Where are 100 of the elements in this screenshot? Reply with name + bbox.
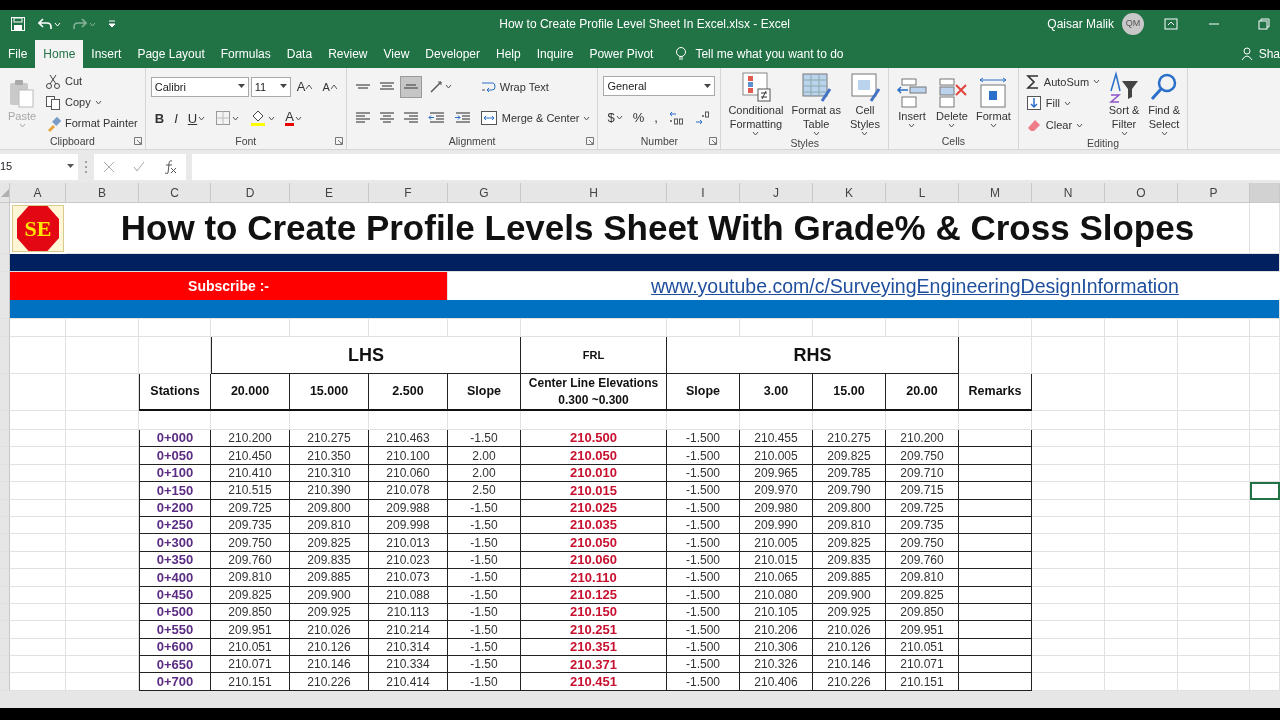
column-header[interactable]: E — [290, 183, 369, 203]
ribbon-tab[interactable]: Insert — [83, 40, 130, 68]
column-header[interactable]: O — [1105, 183, 1178, 203]
column-header[interactable]: C — [139, 183, 211, 203]
row-header[interactable] — [0, 337, 10, 374]
ribbon-tab[interactable]: File — [0, 40, 36, 68]
share-button[interactable]: Sha — [1240, 40, 1280, 68]
caret-icon — [1093, 79, 1101, 85]
row-header[interactable] — [0, 482, 10, 500]
ribbon-button[interactable]: Clear — [1023, 115, 1086, 135]
ribbon-button[interactable]: Wrap Text — [477, 77, 551, 96]
cancel-icon — [103, 160, 115, 173]
channel-link[interactable]: www.youtube.com/c/SurveyingEngineeringDesignInformation — [651, 272, 1179, 302]
row-header[interactable] — [0, 411, 10, 430]
dropdown-field[interactable]: 11 — [250, 76, 291, 97]
ribbon-button[interactable]: Format as Table — [789, 71, 843, 136]
column-header[interactable]: F — [369, 183, 448, 203]
table-cell: 210.078 — [369, 482, 448, 500]
column-header[interactable]: D — [211, 183, 290, 203]
column-header[interactable]: M — [959, 183, 1032, 203]
column-header[interactable]: H — [521, 183, 667, 203]
dialog-launcher-icon — [334, 137, 343, 145]
tell-me-search[interactable]: Tell me what you want to do — [669, 40, 850, 68]
ribbon-tab[interactable]: Developer — [417, 40, 488, 68]
station-cell: 0+550 — [139, 621, 211, 639]
grip-icon — [84, 159, 88, 174]
name-box[interactable]: 15 — [0, 153, 78, 180]
row-header[interactable] — [0, 300, 10, 319]
column-header[interactable]: B — [66, 183, 139, 203]
ribbon-button[interactable]: Insert — [894, 77, 930, 128]
grow-font-button[interactable]: A — [292, 75, 317, 98]
column-heading: 15.00 — [813, 374, 886, 411]
table-cell: -1.50 — [448, 430, 521, 448]
ribbon-button[interactable]: Delete — [934, 77, 970, 128]
table-cell: 210.214 — [369, 621, 448, 639]
row-header[interactable] — [0, 319, 10, 337]
row-header[interactable] — [0, 272, 10, 302]
format-button[interactable]: $ — [603, 106, 627, 129]
row-header[interactable] — [0, 430, 10, 448]
ribbon-tab[interactable]: Home — [35, 40, 84, 68]
column-header[interactable]: N — [1032, 183, 1105, 203]
row-header[interactable] — [0, 621, 10, 639]
ribbon-button[interactable]: AutoSum — [1023, 72, 1103, 92]
column-header[interactable]: K — [813, 183, 886, 203]
ribbon-tab[interactable]: Data — [278, 40, 321, 68]
column-heading: Stations — [139, 374, 211, 411]
ribbon-button[interactable]: Merge & Center — [477, 109, 593, 128]
row-header[interactable] — [0, 551, 10, 570]
shrink-font-button[interactable]: A — [318, 75, 341, 98]
ribbon-button[interactable]: Sort & Filter — [1106, 71, 1143, 136]
column-header[interactable]: J — [740, 183, 813, 203]
eraser-icon — [1025, 117, 1042, 134]
row-header[interactable] — [0, 586, 10, 604]
underline-button[interactable]: U — [183, 107, 210, 130]
ribbon-tab[interactable]: Power Pivot — [581, 40, 662, 68]
column-header[interactable]: A — [10, 183, 66, 203]
row-header[interactable] — [0, 464, 10, 483]
column-header[interactable] — [1250, 183, 1280, 203]
bold-button[interactable]: B — [150, 107, 169, 130]
active-cell[interactable] — [1250, 482, 1280, 500]
ribbon-button[interactable]: Format — [974, 77, 1013, 128]
row-header[interactable] — [0, 656, 10, 674]
font-color-button[interactable]: A — [281, 107, 306, 130]
column-header[interactable]: I — [667, 183, 740, 203]
ribbon-button[interactable]: Conditional Formatting — [726, 71, 786, 136]
column-header[interactable]: G — [448, 183, 521, 203]
row-header[interactable] — [0, 254, 10, 272]
ribbon-tab[interactable]: Formulas — [212, 40, 279, 68]
row-header[interactable] — [0, 673, 10, 691]
dropdown-field[interactable]: General — [603, 76, 716, 97]
ribbon-tab[interactable]: View — [375, 40, 418, 68]
ribbon-button[interactable]: Format Painter — [43, 114, 140, 133]
ribbon-tab[interactable]: Inquire — [528, 40, 582, 68]
ribbon-button[interactable]: Cut — [43, 72, 85, 91]
row-header[interactable] — [0, 516, 10, 535]
ribbon-button[interactable]: Copy — [43, 93, 104, 112]
user-name: Qaisar Malik — [1047, 16, 1114, 33]
row-header[interactable] — [0, 203, 10, 254]
dropdown-field[interactable]: Calibri — [150, 76, 249, 97]
format-button[interactable]: , — [650, 106, 662, 129]
table-cell: 209.825 — [290, 534, 369, 552]
window-title: How to Create Profile Level Sheet In Excel.xlsx - Excel — [498, 16, 792, 33]
ribbon-button[interactable]: Find & Select — [1146, 71, 1183, 136]
row-header[interactable] — [0, 534, 10, 552]
column-header[interactable]: P — [1178, 183, 1250, 203]
row-header[interactable] — [0, 569, 10, 587]
table-cell: 210.226 — [290, 673, 369, 691]
row-header[interactable] — [0, 603, 10, 622]
ribbon-button[interactable]: Cell Styles — [847, 71, 883, 136]
column-header[interactable]: L — [886, 183, 959, 203]
row-header[interactable] — [0, 499, 10, 517]
row-header[interactable] — [0, 447, 10, 465]
ribbon-button[interactable]: Fill — [1023, 94, 1073, 113]
row-header[interactable] — [0, 638, 10, 657]
row-header[interactable] — [0, 374, 10, 411]
ribbon-tab[interactable]: Help — [488, 40, 529, 68]
format-button[interactable]: % — [628, 106, 649, 129]
ribbon-tab[interactable]: Page Layout — [129, 40, 213, 68]
italic-button[interactable]: I — [170, 107, 182, 130]
ribbon-tab[interactable]: Review — [320, 40, 376, 68]
